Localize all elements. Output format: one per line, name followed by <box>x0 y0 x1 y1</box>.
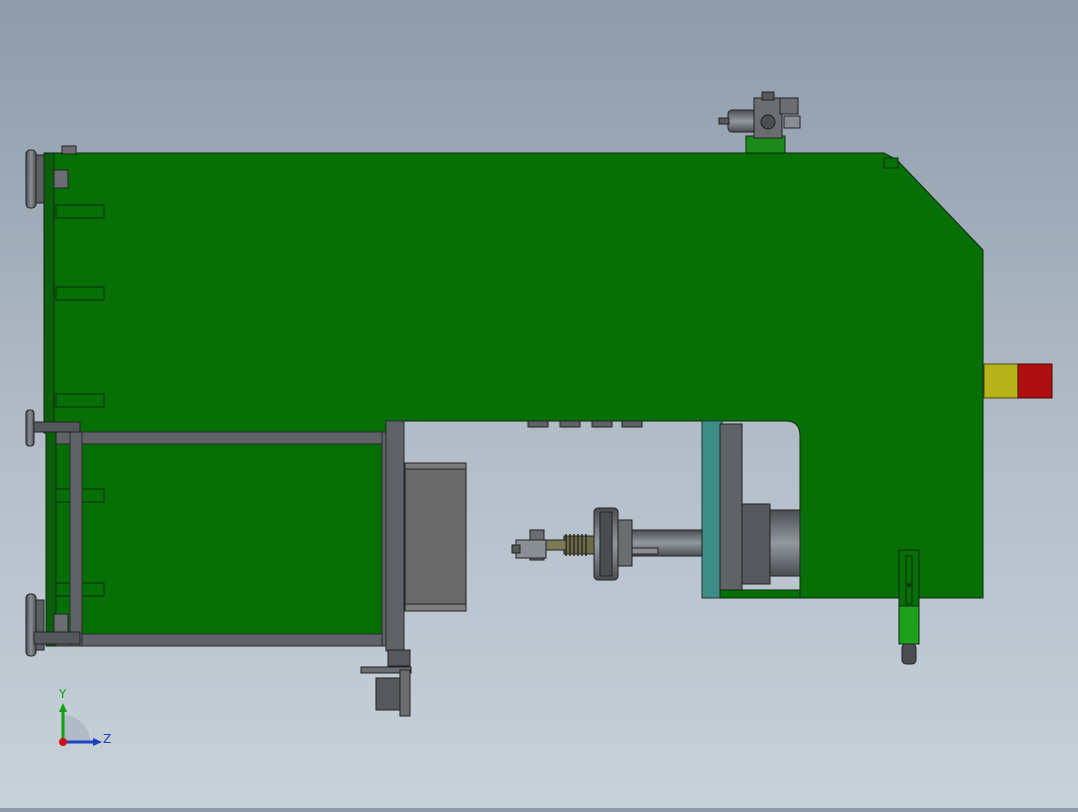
cylinder-assembly <box>511 420 801 599</box>
front-cabinet <box>404 462 467 612</box>
side-sensor <box>898 549 920 665</box>
triad-y-label: Y <box>59 687 67 701</box>
triad-z-label: Z <box>103 732 112 746</box>
under-arm-fittings <box>527 420 643 428</box>
lower-frame <box>45 420 405 652</box>
top-motor-unit <box>718 91 801 154</box>
right-caps <box>983 363 1053 399</box>
model-view[interactable] <box>0 0 1078 808</box>
bottom-bracket <box>360 649 412 717</box>
graphics-viewport[interactable]: Y Z <box>0 0 1078 808</box>
coordinate-triad: Y Z <box>50 685 120 755</box>
